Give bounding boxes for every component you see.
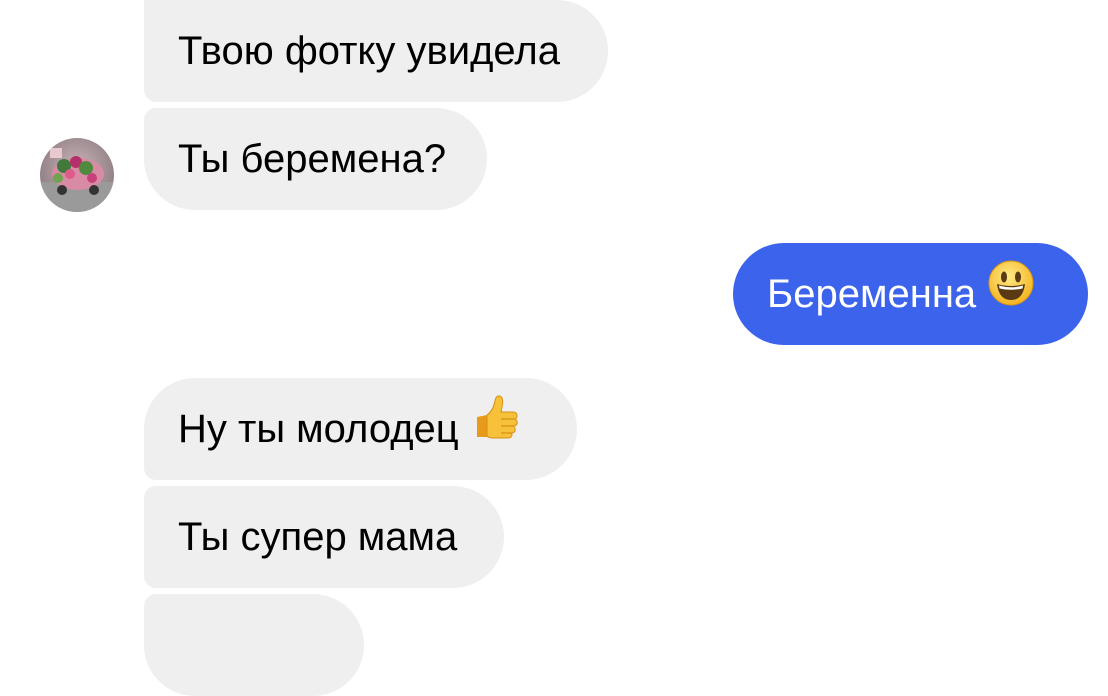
message-bubble-outgoing[interactable]: Беременна bbox=[733, 243, 1088, 345]
thumbs-up-emoji-icon bbox=[471, 377, 521, 479]
message-bubble-incoming[interactable]: Ты беремена? bbox=[144, 108, 487, 210]
message-text: Твою фотку увидела bbox=[178, 29, 560, 73]
smiling-face-emoji-icon bbox=[988, 242, 1034, 344]
contact-avatar[interactable] bbox=[40, 138, 114, 212]
message-text: Ты беремена? bbox=[178, 137, 447, 181]
avatar-photo-icon bbox=[40, 138, 114, 212]
message-text: Ну ты молодец bbox=[178, 407, 459, 451]
message-bubble-incoming[interactable]: Ну ты молодец bbox=[144, 378, 577, 480]
message-text: Беременна bbox=[767, 272, 977, 316]
message-bubble-incoming[interactable]: Твою фотку увидела bbox=[144, 0, 608, 102]
message-bubble-incoming[interactable]: Ты супер мама bbox=[144, 486, 504, 588]
message-bubble-incoming[interactable] bbox=[144, 594, 364, 696]
message-text: Ты супер мама bbox=[178, 515, 458, 559]
